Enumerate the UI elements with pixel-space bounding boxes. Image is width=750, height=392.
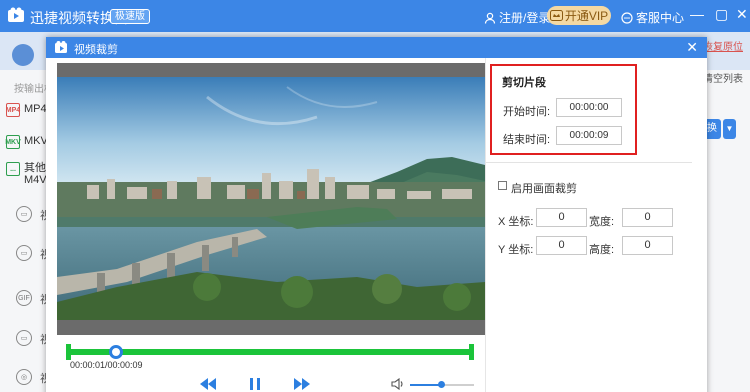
end-time-input[interactable]: 00:00:09 [556,126,622,145]
close-icon[interactable]: ✕ [736,7,748,21]
login-label: 注册/登录 [499,11,551,25]
enable-crop-label[interactable]: 启用画面裁剪 [511,180,577,196]
height-label: 高度: [589,244,615,256]
format-item-mp4[interactable]: MP4 MP4 [6,103,47,117]
user-icon [484,12,496,24]
maximize-icon[interactable]: ▢ [715,7,728,21]
edition-badge: 极速版 [110,9,150,24]
vip-label: 开通VIP [564,9,609,23]
width-input[interactable]: 0 [622,208,673,227]
login-link[interactable]: 注册/登录 [484,9,550,26]
crop-settings-panel: 剪切片段 开始时间: 00:00:00 结束时间: 00:00:09 启用画面裁… [485,58,707,392]
format-label: MP4 [24,103,47,115]
mkv-file-icon: MKV [5,135,21,149]
enable-crop-checkbox[interactable] [498,181,507,190]
app-logo-icon [8,7,24,22]
app-title-bar: 迅捷视频转换器 极速版 注册/登录 开通VIP 客服中心 — ▢ ✕ [0,0,750,32]
height-input[interactable]: 0 [622,236,673,255]
width-label: 宽度: [589,216,615,228]
sidebar-video-icon[interactable]: ▭ [16,245,32,261]
panel-divider [486,162,692,163]
x-coordinate-label: X 坐标: [498,216,534,228]
end-time-label: 结束时间: [503,134,551,146]
dialog-header: 视频裁剪 ✕ [46,37,707,58]
timeline-end-handle[interactable] [469,344,474,360]
crown-icon [549,10,563,21]
sidebar-gif-icon[interactable]: GIF [16,290,32,306]
background-toolbar-icon[interactable] [12,44,34,66]
video-frame [57,77,485,320]
volume-slider-thumb[interactable] [438,381,445,388]
dialog-title: 视频裁剪 [74,44,118,56]
dialog-close-icon[interactable]: ✕ [686,39,698,55]
video-frame-image [57,77,485,320]
video-crop-dialog: 视频裁剪 ✕ 00:00:01/00:00:09 剪切片段 开始时间: 00:0… [46,37,707,392]
scissors-icon [55,41,67,53]
sidebar-video-icon[interactable]: ▭ [16,330,32,346]
pause-icon[interactable] [250,378,260,390]
minimize-icon[interactable]: — [690,7,704,21]
restore-link[interactable]: 恢复原位 [703,38,743,53]
sidebar-film-icon[interactable]: ◎ [16,369,32,385]
clear-list-button[interactable]: 清空列表 [703,70,743,85]
chevron-down-icon[interactable]: ▼ [723,119,736,139]
rewind-icon[interactable] [200,378,216,390]
sidebar-video-icon[interactable]: ▭ [16,206,32,222]
playback-time: 00:00:01/00:00:09 [70,360,143,370]
video-preview [57,63,485,335]
fast-forward-icon[interactable] [294,378,310,390]
format-item-mkv[interactable]: MKV MKV [5,135,48,149]
timeline-playhead[interactable] [109,345,123,359]
start-time-label: 开始时间: [503,106,551,118]
timeline-start-handle[interactable] [66,344,71,360]
x-coordinate-input[interactable]: 0 [536,208,587,227]
other-file-icon: ... [6,162,20,176]
y-coordinate-input[interactable]: 0 [536,236,587,255]
service-label: 客服中心 [636,11,685,25]
format-label: MKV [24,135,48,147]
service-link[interactable]: 客服中心 [621,9,684,26]
mp4-file-icon: MP4 [6,103,20,117]
timeline-track[interactable] [68,349,474,355]
volume-slider-fill [410,384,441,386]
y-coordinate-label: Y 坐标: [498,244,534,256]
clip-section-title: 剪切片段 [502,77,546,89]
volume-icon[interactable] [391,378,405,390]
vip-button[interactable]: 开通VIP [547,6,611,25]
chat-icon [621,11,633,24]
start-time-input[interactable]: 00:00:00 [556,98,622,117]
